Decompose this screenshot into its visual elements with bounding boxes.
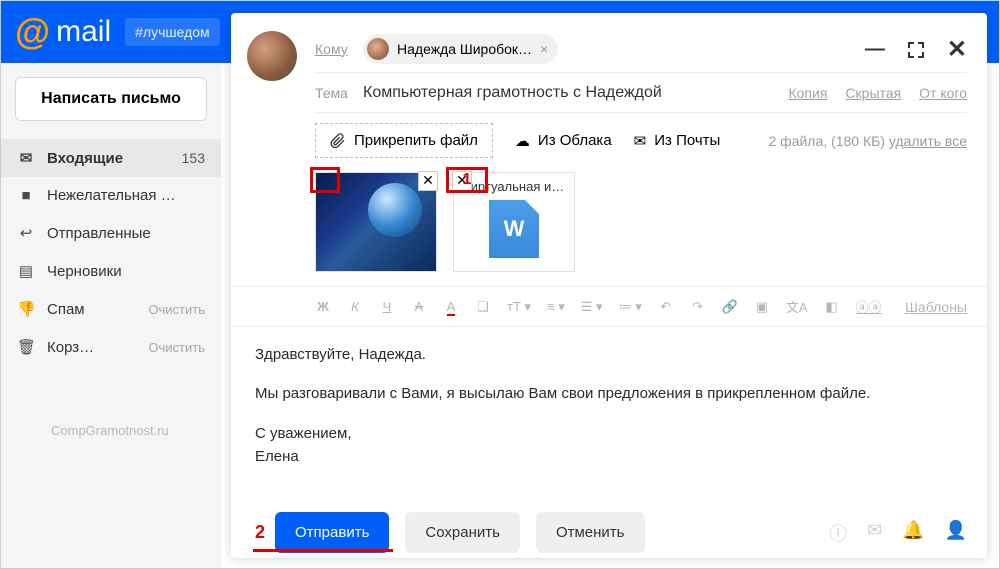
folder-label: Отправленные — [47, 225, 151, 242]
callout-marker — [310, 167, 340, 193]
chip-avatar — [367, 38, 389, 60]
attachment-thumb[interactable]: Виртуальная и… W ✕ 1 — [453, 172, 575, 272]
subject-row: Тема Копия Скрытая От кого — [315, 73, 967, 113]
align-icon[interactable]: ≡ ▾ — [547, 299, 565, 315]
fontsize-icon[interactable]: тТ ▾ — [507, 299, 531, 315]
close-icon[interactable]: ✕ — [947, 35, 967, 64]
bold-icon[interactable]: Ж — [315, 299, 331, 314]
maximize-icon[interactable] — [907, 41, 925, 59]
highlight-icon[interactable]: ❏ — [475, 299, 491, 315]
callout-underline — [253, 549, 393, 552]
folder-icon: ■ — [17, 187, 35, 204]
image-icon[interactable]: ▣ — [754, 299, 770, 315]
from-link[interactable]: От кого — [919, 85, 967, 101]
thumbdown-icon: 👎 — [17, 300, 35, 318]
chip-name: Надежда Широбок… — [397, 41, 532, 57]
folder-label: Корз… — [47, 339, 94, 356]
reply-icon: ↩ — [17, 224, 35, 242]
folder-inbox[interactable]: ✉ Входящие 153 — [1, 139, 221, 177]
at-icon: @ — [15, 11, 50, 53]
redo-icon[interactable]: ↷ — [690, 299, 706, 315]
templates-link[interactable]: Шаблоны — [905, 299, 967, 315]
folder-trash[interactable]: 🗑 Корз… Очистить — [1, 328, 221, 366]
bcc-link[interactable]: Скрытая — [845, 85, 901, 101]
compose-footer: 2 Отправить Сохранить Отменить ⓘ ✉ 🔔 👤 — [231, 500, 987, 563]
bell-icon[interactable]: 🔔 — [902, 520, 924, 546]
word-doc-icon: W — [489, 200, 539, 258]
cc-link[interactable]: Копия — [788, 85, 827, 101]
body-closing: С уважением, Елена — [255, 422, 903, 469]
avatar[interactable] — [247, 31, 297, 81]
remove-attachment-icon[interactable]: ✕ — [418, 171, 438, 191]
recipient-chip[interactable]: Надежда Широбок… × — [363, 34, 558, 64]
attach-cloud-button[interactable]: ☁ Из Облака — [515, 132, 612, 150]
indent-icon[interactable]: ☰ ▾ — [581, 299, 603, 315]
subject-label: Тема — [315, 85, 363, 101]
subject-input[interactable] — [363, 84, 788, 102]
more-icon[interactable]: ⓐⓐ — [856, 297, 882, 316]
attach-mail-button[interactable]: ✉ Из Почты — [634, 132, 721, 150]
save-button[interactable]: Сохранить — [405, 512, 520, 553]
read-icon[interactable]: ✉ — [867, 520, 882, 546]
send-button[interactable]: Отправить — [275, 512, 389, 553]
envelope-icon: ✉ — [17, 149, 35, 167]
format-toolbar: Ж К Ч A A ❏ тТ ▾ ≡ ▾ ☰ ▾ ≔ ▾ ↶ ↷ 🔗 ▣ 文A … — [231, 286, 987, 327]
body-paragraph: Мы разговаривали с Вами, я высылаю Вам с… — [255, 382, 903, 405]
folder-junk[interactable]: ■ Нежелательная … — [1, 177, 221, 214]
body-greeting: Здравствуйте, Надежда. — [255, 343, 903, 366]
textcolor-icon[interactable]: A — [443, 299, 459, 314]
folder-label: Входящие — [47, 150, 123, 167]
compose-button[interactable]: Написать письмо — [15, 77, 207, 121]
folder-count: 153 — [182, 150, 205, 166]
cloud-icon: ☁ — [515, 132, 530, 150]
paperclip-icon — [330, 133, 346, 149]
callout-1: 1 — [446, 167, 488, 193]
attach-file-button[interactable]: Прикрепить файл — [315, 123, 493, 158]
logo[interactable]: @ mail — [15, 11, 111, 53]
message-body[interactable]: Здравствуйте, Надежда. Мы разговаривали … — [231, 327, 987, 500]
undo-icon[interactable]: ↶ — [658, 299, 674, 315]
callout-2: 2 — [255, 522, 265, 543]
folder-sent[interactable]: ↩ Отправленные — [1, 214, 221, 252]
to-row: Кому Надежда Широбок… × — ✕ — [315, 25, 967, 73]
chip-remove-icon[interactable]: × — [540, 41, 548, 57]
clear-link[interactable]: Очистить — [148, 340, 205, 355]
folder-label: Черновики — [47, 263, 122, 280]
attach-info: 2 файла, (180 КБ) удалить все — [769, 133, 968, 149]
compose-window: Кому Надежда Широбок… × — ✕ Тема — [231, 13, 987, 558]
info-icon[interactable]: ⓘ — [829, 520, 847, 546]
sidebar: Написать письмо ✉ Входящие 153 ■ Нежелат… — [1, 63, 221, 568]
link-icon[interactable]: 🔗 — [722, 299, 738, 315]
to-label[interactable]: Кому — [315, 41, 363, 57]
strike-icon[interactable]: A — [411, 299, 427, 314]
italic-icon[interactable]: К — [347, 299, 363, 314]
mail-icon: ✉ — [634, 132, 647, 150]
attachment-thumb[interactable]: ✕ — [315, 172, 437, 272]
folder-label: Спам — [47, 301, 85, 318]
clear-link[interactable]: Очистить — [148, 302, 205, 317]
erase-icon[interactable]: ◧ — [824, 299, 840, 315]
underline-icon[interactable]: Ч — [379, 299, 395, 314]
translate-icon[interactable]: 文A — [786, 297, 808, 316]
watermark: CompGramotnost.ru — [51, 423, 169, 438]
file-icon: ▤ — [17, 262, 35, 280]
folder-label: Нежелательная … — [47, 187, 176, 204]
delete-all-link[interactable]: удалить все — [889, 133, 967, 149]
minimize-icon[interactable]: — — [865, 38, 885, 61]
folder-spam[interactable]: 👎 Спам Очистить — [1, 290, 221, 328]
folder-drafts[interactable]: ▤ Черновики — [1, 252, 221, 290]
attach-row: Прикрепить файл ☁ Из Облака ✉ Из Почты 2… — [315, 113, 967, 172]
attachments-list: ✕ Виртуальная и… W ✕ 1 — [231, 172, 987, 286]
cancel-button[interactable]: Отменить — [536, 512, 645, 553]
hashtag-badge[interactable]: #лучшедом — [125, 18, 220, 46]
list-icon[interactable]: ≔ ▾ — [619, 299, 642, 315]
logo-text: mail — [56, 15, 111, 49]
person-icon[interactable]: 👤 — [945, 520, 967, 546]
trash-icon: 🗑 — [17, 338, 35, 356]
